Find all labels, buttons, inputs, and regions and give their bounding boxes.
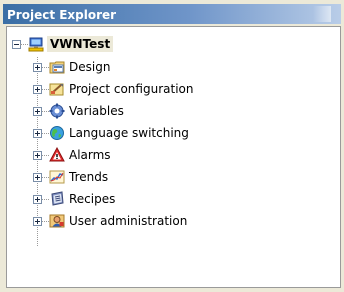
tree-item-label[interactable]: Alarms <box>69 147 111 163</box>
title-bar-grip[interactable] <box>313 6 331 22</box>
tree-item-label[interactable]: User administration <box>69 213 187 229</box>
tree-item-label[interactable]: Language switching <box>69 125 189 141</box>
design-icon <box>49 61 65 74</box>
expand-toggle-icon[interactable] <box>33 217 42 226</box>
tree-item-label[interactable]: Variables <box>69 103 124 119</box>
alarm-warning-icon <box>49 147 65 162</box>
tree-item-recipes[interactable]: Recipes <box>7 189 340 209</box>
expand-toggle-icon[interactable] <box>33 85 42 94</box>
expand-toggle-icon[interactable] <box>33 173 42 182</box>
project-computer-icon <box>28 37 44 52</box>
expand-toggle-icon[interactable] <box>33 129 42 138</box>
title-bar[interactable]: Project Explorer <box>3 4 341 24</box>
variables-gear-icon <box>49 103 65 119</box>
tree-item-alarms[interactable]: Alarms <box>7 145 340 165</box>
trends-chart-icon <box>49 170 65 184</box>
tree-root-node[interactable]: VWNTest <box>7 35 340 55</box>
tree-item-label[interactable]: Design <box>69 59 110 75</box>
tree-view[interactable]: VWNTest Design Project configuration Var… <box>6 26 341 288</box>
expand-toggle-icon[interactable] <box>33 107 42 116</box>
project-configuration-icon <box>49 83 64 96</box>
tree-root-label[interactable]: VWNTest <box>47 36 114 52</box>
tree-item-project-configuration[interactable]: Project configuration <box>7 79 340 99</box>
tree-item-label[interactable]: Recipes <box>69 191 115 207</box>
tree-item-trends[interactable]: Trends <box>7 167 340 187</box>
window-title: Project Explorer <box>7 8 117 22</box>
expand-toggle-icon[interactable] <box>33 195 42 204</box>
tree-connector <box>20 44 28 45</box>
tree-item-variables[interactable]: Variables <box>7 101 340 121</box>
expand-toggle-icon[interactable] <box>33 151 42 160</box>
user-administration-icon <box>49 214 65 228</box>
tree-item-label[interactable]: Project configuration <box>69 81 193 97</box>
recipes-icon <box>51 191 64 206</box>
tree-item-language-switching[interactable]: Language switching <box>7 123 340 143</box>
project-explorer-window: Project Explorer VWNTest Design Project … <box>0 0 344 292</box>
globe-icon <box>50 126 64 140</box>
tree-item-user-administration[interactable]: User administration <box>7 211 340 231</box>
tree-item-design[interactable]: Design <box>7 57 340 77</box>
tree-item-label[interactable]: Trends <box>69 169 108 185</box>
expand-toggle-icon[interactable] <box>33 63 42 72</box>
